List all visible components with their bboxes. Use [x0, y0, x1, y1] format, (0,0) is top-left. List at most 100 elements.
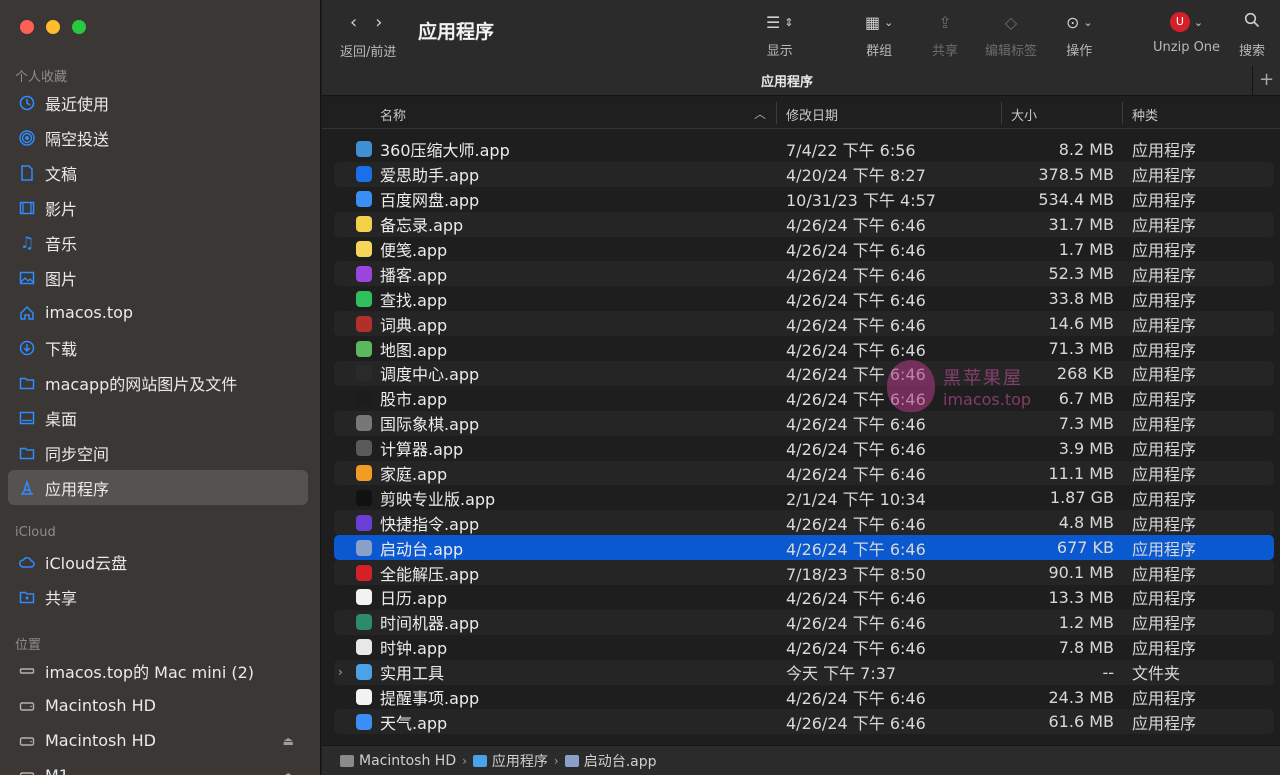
app-icon	[356, 315, 372, 332]
file-row[interactable]: 全能解压.app 7/18/23 下午 8:50 90.1 MB 应用程序	[334, 560, 1274, 586]
app-icon	[356, 415, 372, 432]
app-icon	[356, 564, 372, 581]
path-segment-label: 应用程序	[491, 753, 548, 770]
sidebar-item-home[interactable]: imacos.top	[8, 295, 308, 330]
file-row[interactable]: 词典.app 4/26/24 下午 6:46 14.6 MB 应用程序	[334, 311, 1274, 337]
file-row[interactable]: 计算器.app 4/26/24 下午 6:46 3.9 MB 应用程序	[334, 436, 1274, 461]
file-row[interactable]: 家庭.app 4/26/24 下午 6:46 11.1 MB 应用程序	[334, 460, 1274, 486]
file-name: 便笺.app	[380, 241, 448, 260]
sidebar-item-music[interactable]: ♫ 音乐	[8, 225, 308, 260]
column-divider[interactable]	[776, 102, 777, 124]
folder-row[interactable]: › 实用工具 今天 下午 7:37 -- 文件夹	[334, 659, 1274, 685]
shared-folder-icon	[18, 588, 36, 606]
tab-applications[interactable]: 应用程序	[322, 71, 1252, 90]
new-tab-button[interactable]: +	[1252, 66, 1280, 96]
file-row[interactable]: 提醒事项.app 4/26/24 下午 6:46 24.3 MB 应用程序	[334, 685, 1274, 710]
sidebar-item-sync-space[interactable]: 同步空间	[8, 435, 308, 470]
sidebar-item-shared[interactable]: 共享	[8, 579, 308, 614]
file-size: 4.8 MB	[1058, 513, 1114, 533]
file-row[interactable]: 股市.app 4/26/24 下午 6:46 6.7 MB 应用程序	[334, 386, 1274, 411]
file-row[interactable]: 便笺.app 4/26/24 下午 6:46 1.7 MB 应用程序	[334, 237, 1274, 262]
file-date: 4/26/24 下午 6:46	[786, 340, 926, 360]
file-row[interactable]: 爱思助手.app 4/20/24 下午 8:27 378.5 MB 应用程序	[334, 161, 1274, 187]
sidebar-item-recents[interactable]: 最近使用	[8, 85, 308, 120]
folder-icon	[18, 374, 36, 392]
sidebar-item-desktop[interactable]: 桌面	[8, 400, 308, 435]
sidebar-item-icloud-drive[interactable]: iCloud云盘	[8, 544, 308, 579]
sidebar-item-airdrop[interactable]: 隔空投送	[8, 120, 308, 155]
share-button[interactable]: ⇪ 共享	[932, 10, 958, 60]
sidebar-item-macintosh-hd[interactable]: Macintosh HD	[8, 688, 308, 723]
file-kind: 应用程序	[1132, 489, 1197, 509]
sidebar-item-mac-mini[interactable]: imacos.top的 Mac mini (2)	[8, 653, 308, 688]
updown-chevron-icon: ⇕	[784, 15, 794, 29]
eject-icon[interactable]: ⏏	[283, 734, 294, 748]
column-name[interactable]: 名称	[380, 105, 406, 124]
file-row[interactable]: 时钟.app 4/26/24 下午 6:46 7.8 MB 应用程序	[334, 635, 1274, 660]
sidebar-item-pictures[interactable]: 图片	[8, 260, 308, 295]
sidebar-item-label: 下载	[45, 339, 78, 359]
file-kind: 应用程序	[1132, 713, 1197, 733]
file-row[interactable]: 播客.app 4/26/24 下午 6:46 52.3 MB 应用程序	[334, 261, 1274, 287]
file-row[interactable]: 调度中心.app 4/26/24 下午 6:46 268 KB 应用程序	[334, 361, 1274, 386]
column-size[interactable]: 大小	[1011, 105, 1037, 124]
sidebar-item-applications[interactable]: 应用程序	[8, 470, 308, 505]
file-kind: 文件夹	[1132, 664, 1181, 684]
eject-icon[interactable]: ⏏	[283, 769, 294, 775]
file-row[interactable]: 查找.app 4/26/24 下午 6:46 33.8 MB 应用程序	[334, 286, 1274, 311]
search-button[interactable]: 搜索	[1239, 10, 1265, 59]
path-segment-macintosh-hd[interactable]: Macintosh HD	[340, 753, 456, 769]
app-icon	[356, 689, 372, 706]
file-row[interactable]: 360压缩大师.app 7/4/22 下午 6:56 8.2 MB 应用程序	[334, 137, 1274, 162]
view-button[interactable]: ☰ ⇕ 显示	[766, 10, 794, 60]
file-row[interactable]: 快捷指令.app 4/26/24 下午 6:46 4.8 MB 应用程序	[334, 510, 1274, 536]
file-row[interactable]: 国际象棋.app 4/26/24 下午 6:46 7.3 MB 应用程序	[334, 410, 1274, 436]
forward-chevron-icon[interactable]: ›	[375, 12, 382, 33]
file-row[interactable]: 百度网盘.app 10/31/23 下午 4:57 534.4 MB 应用程序	[334, 187, 1274, 212]
edit-tags-button[interactable]: ◇ 编辑标签	[985, 10, 1038, 60]
column-kind[interactable]: 种类	[1132, 105, 1158, 124]
unzip-one-button[interactable]: U ⌄ Unzip One	[1153, 10, 1220, 55]
edit-tags-button-label: 编辑标签	[985, 44, 1038, 59]
file-name: 360压缩大师.app	[380, 141, 510, 161]
sidebar-item-label: Macintosh HD	[45, 696, 156, 715]
sidebar-item-macintosh-hd-2[interactable]: Macintosh HD ⏏	[8, 723, 308, 758]
file-row[interactable]: 日历.app 4/26/24 下午 6:46 13.3 MB 应用程序	[334, 585, 1274, 610]
file-row[interactable]: 剪映专业版.app 2/1/24 下午 10:34 1.87 GB 应用程序	[334, 485, 1274, 510]
file-kind: 应用程序	[1132, 290, 1197, 310]
sidebar-item-m1[interactable]: M1 ⏏	[8, 758, 308, 775]
sidebar-item-downloads[interactable]: 下载	[8, 330, 308, 365]
file-row[interactable]: 备忘录.app 4/26/24 下午 6:46 31.7 MB 应用程序	[334, 211, 1274, 237]
sidebar-item-movies[interactable]: 影片	[8, 190, 308, 225]
file-name: 国际象棋.app	[380, 415, 480, 435]
path-segment-applications[interactable]: 应用程序	[472, 751, 548, 771]
file-size: 11.1 MB	[1048, 463, 1115, 483]
sidebar-item-label: iCloud云盘	[45, 553, 128, 573]
file-row[interactable]: 时间机器.app 4/26/24 下午 6:46 1.2 MB 应用程序	[334, 609, 1274, 635]
disclosure-chevron-icon[interactable]: ›	[338, 665, 350, 679]
column-date[interactable]: 修改日期	[786, 105, 838, 124]
back-chevron-icon[interactable]: ‹	[350, 12, 357, 33]
file-row[interactable]: 启动台.app 4/26/24 下午 6:46 677 KB 应用程序	[334, 535, 1274, 561]
folder-icon	[472, 754, 487, 767]
close-window-button[interactable]	[20, 20, 34, 34]
file-date: 4/26/24 下午 6:46	[786, 539, 926, 559]
group-button[interactable]: ▦ ⌄ 群组	[865, 10, 893, 60]
file-row[interactable]: 地图.app 4/26/24 下午 6:46 71.3 MB 应用程序	[334, 336, 1274, 361]
zoom-window-button[interactable]	[72, 20, 86, 34]
action-button[interactable]: ⊙ ⌄ 操作	[1066, 10, 1093, 60]
file-size: 268 KB	[1056, 363, 1114, 383]
column-divider[interactable]	[1122, 102, 1123, 124]
column-divider[interactable]	[1001, 102, 1002, 124]
file-kind: 应用程序	[1132, 340, 1197, 360]
file-size: 13.3 MB	[1048, 587, 1115, 607]
clock-icon	[18, 94, 36, 112]
file-kind: 应用程序	[1132, 241, 1197, 260]
file-row[interactable]: 天气.app 4/26/24 下午 6:46 61.6 MB 应用程序	[334, 709, 1274, 735]
file-name: 日历.app	[380, 589, 448, 609]
share-icon: ⇪	[938, 12, 952, 32]
sidebar-item-documents[interactable]: 文稿	[8, 155, 308, 190]
minimize-window-button[interactable]	[46, 20, 60, 34]
sidebar-item-macapp-folder[interactable]: macapp的网站图片及文件	[8, 365, 308, 400]
path-segment-launchpad[interactable]: 启动台.app	[564, 751, 657, 771]
